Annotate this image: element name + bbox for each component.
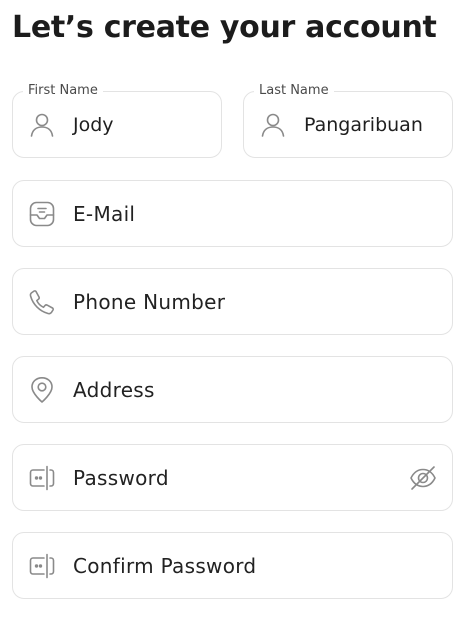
user-icon xyxy=(27,110,57,140)
first-name-label: First Name xyxy=(23,83,103,99)
confirm-password-input[interactable]: Confirm Password xyxy=(73,554,256,578)
user-icon xyxy=(258,110,288,140)
confirm-password-field[interactable]: Confirm Password xyxy=(12,532,453,599)
first-name-field[interactable]: First Name Jody xyxy=(12,83,222,158)
address-input[interactable]: Address xyxy=(73,378,155,402)
email-field[interactable]: E-Mail xyxy=(12,180,453,247)
password-icon xyxy=(27,551,57,581)
password-field[interactable]: Password xyxy=(12,444,453,511)
last-name-input[interactable]: Pangaribuan xyxy=(304,113,423,137)
page-title: Let’s create your account xyxy=(12,10,437,45)
last-name-label: Last Name xyxy=(254,83,334,99)
email-input[interactable]: E-Mail xyxy=(73,202,135,226)
mail-icon xyxy=(27,199,57,229)
first-name-input[interactable]: Jody xyxy=(73,113,114,137)
phone-icon xyxy=(27,287,57,317)
password-input[interactable]: Password xyxy=(73,466,169,490)
phone-input[interactable]: Phone Number xyxy=(73,290,225,314)
last-name-field[interactable]: Last Name Pangaribuan xyxy=(243,83,453,158)
phone-field[interactable]: Phone Number xyxy=(12,268,453,335)
eye-off-icon[interactable] xyxy=(408,463,438,493)
location-pin-icon xyxy=(27,375,57,405)
address-field[interactable]: Address xyxy=(12,356,453,423)
password-icon xyxy=(27,463,57,493)
